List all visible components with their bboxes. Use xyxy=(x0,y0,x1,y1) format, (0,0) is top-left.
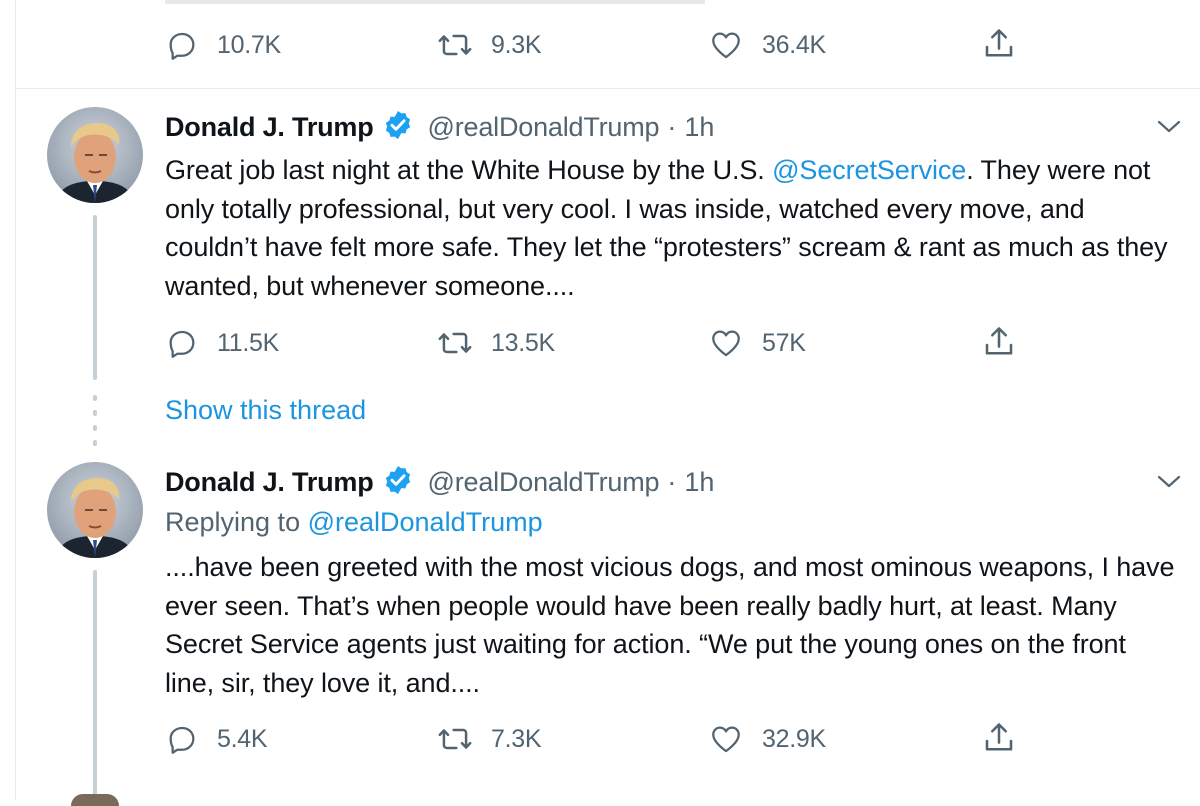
chevron-down-icon xyxy=(1157,120,1181,133)
author-name[interactable]: Donald J. Trump xyxy=(165,112,374,143)
tweet-text: Great job last night at the White House … xyxy=(165,151,1180,305)
mention-link[interactable]: @SecretService xyxy=(772,155,966,185)
replying-to: Replying to @realDonaldTrump xyxy=(165,507,543,538)
tweet-menu-button[interactable] xyxy=(1156,471,1182,496)
verified-badge-icon xyxy=(382,464,414,501)
replying-handle-link[interactable]: @realDonaldTrump xyxy=(308,507,543,537)
thread-gap-dot xyxy=(93,410,97,416)
top-tweet-actions: 10.7K 9.3K 36.4K xyxy=(0,28,1200,68)
show-thread-link[interactable]: Show this thread xyxy=(165,395,366,426)
reply-button[interactable]: 11.5K xyxy=(165,326,279,360)
header-separator: · xyxy=(667,467,677,497)
thread-gap-dot xyxy=(93,395,97,401)
previous-tweet-text-cutoff xyxy=(165,0,705,4)
author-handle[interactable]: @realDonaldTrump xyxy=(428,467,660,498)
next-tweet-avatar-peek xyxy=(71,794,119,806)
retweet-count: 7.3K xyxy=(491,724,542,753)
like-button[interactable]: 36.4K xyxy=(708,28,826,62)
reply-button[interactable]: 5.4K xyxy=(165,722,268,756)
retweet-icon xyxy=(438,728,472,750)
like-button[interactable]: 32.9K xyxy=(708,722,826,756)
thread-gap-dot xyxy=(93,425,97,431)
reply-icon xyxy=(169,330,195,358)
reply-button[interactable]: 10.7K xyxy=(165,28,281,62)
timeline-left-border xyxy=(15,0,16,800)
reply-count: 5.4K xyxy=(217,724,268,753)
share-icon xyxy=(985,327,1013,355)
chevron-down-icon xyxy=(1157,475,1181,488)
retweet-button[interactable]: 13.5K xyxy=(437,326,555,360)
tweet-timestamp[interactable]: 1h xyxy=(684,467,714,498)
retweet-count: 13.5K xyxy=(491,328,555,357)
profile-photo xyxy=(47,462,143,558)
like-count: 57K xyxy=(762,328,806,357)
tweet-header: Donald J. Trump @realDonaldTrump · 1h xyxy=(165,109,714,146)
like-button[interactable]: 57K xyxy=(708,326,806,360)
tweet-menu-button[interactable] xyxy=(1156,116,1182,141)
thread-gap-dot xyxy=(93,440,97,446)
reply-icon xyxy=(169,32,195,60)
like-icon xyxy=(712,726,740,753)
header-separator: · xyxy=(667,112,677,142)
reply-icon xyxy=(169,726,195,754)
tweet-header: Donald J. Trump @realDonaldTrump · 1h xyxy=(165,464,714,501)
share-button[interactable] xyxy=(981,324,1017,360)
like-icon xyxy=(712,330,740,357)
profile-photo xyxy=(47,107,143,203)
tweet-timestamp[interactable]: 1h xyxy=(684,112,714,143)
tweet-divider xyxy=(15,88,1200,89)
tweet-text: ....have been greeted with the most vici… xyxy=(165,552,1175,698)
like-count: 32.9K xyxy=(762,724,826,753)
retweet-count: 9.3K xyxy=(491,30,542,59)
retweet-icon xyxy=(438,332,472,354)
retweet-icon xyxy=(438,34,472,56)
share-button[interactable] xyxy=(981,720,1017,756)
avatar[interactable] xyxy=(47,107,143,203)
replying-prefix: Replying to xyxy=(165,507,308,537)
share-button[interactable] xyxy=(981,26,1017,62)
tweet-actions: 5.4K 7.3K 32.9K xyxy=(0,722,1200,762)
author-handle[interactable]: @realDonaldTrump xyxy=(428,112,660,143)
reply-count: 10.7K xyxy=(217,30,281,59)
author-name[interactable]: Donald J. Trump xyxy=(165,467,374,498)
retweet-button[interactable]: 9.3K xyxy=(437,28,542,62)
tweet-actions: 11.5K 13.5K 57K xyxy=(0,326,1200,366)
avatar[interactable] xyxy=(47,462,143,558)
like-count: 36.4K xyxy=(762,30,826,59)
retweet-button[interactable]: 7.3K xyxy=(437,722,542,756)
share-icon xyxy=(985,29,1013,57)
tweet-text-part: Great job last night at the White House … xyxy=(165,155,773,185)
verified-badge-icon xyxy=(382,109,414,146)
like-icon xyxy=(712,32,740,59)
reply-count: 11.5K xyxy=(217,328,279,357)
share-icon xyxy=(985,723,1013,751)
